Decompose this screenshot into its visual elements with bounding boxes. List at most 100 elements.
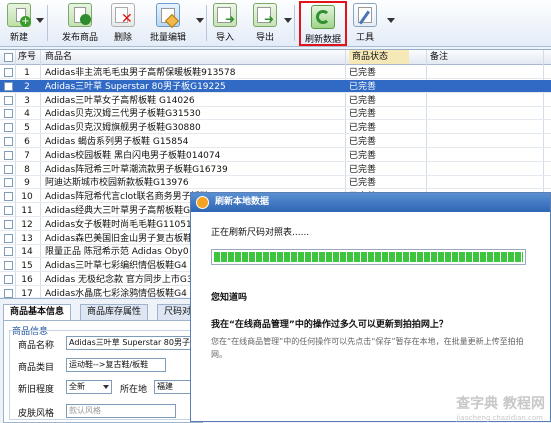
row-index: 6 [24, 137, 30, 147]
refresh-status-text: 正在刷新尺码对照表...... [211, 228, 310, 238]
refresh-progress-bar [211, 249, 526, 265]
row-checkbox[interactable] [4, 192, 13, 202]
tip-question: 我在“在线商品管理”中的操作过多久可以更新到拍拍网上？ [211, 320, 448, 330]
row-checkbox[interactable] [4, 178, 13, 188]
watermark-text: 查字典 教程网 [456, 396, 545, 412]
row-index: 10 [21, 192, 33, 203]
category-label: 商品类目 [18, 363, 55, 373]
import-button[interactable]: ➜ 导入 [212, 3, 238, 45]
tools-button[interactable]: 工具 [352, 3, 378, 45]
tools-icon [353, 3, 377, 27]
table-row[interactable]: 5 Adidas贝克汉姆旗舰男子板鞋G30880 已完善 [0, 121, 551, 135]
row-index: 5 [24, 123, 30, 134]
row-status: 已完善 [349, 164, 377, 175]
refresh-local-data-dialog: 刷新本地数据 正在刷新尺码对照表...... 您知道吗 我在“在线商品管理”中的… [190, 192, 551, 422]
row-checkbox[interactable] [4, 219, 13, 229]
table-row[interactable]: 9 阿迪达斯城市校园新款板鞋G13976 已完善 [0, 176, 551, 190]
tip-heading: 您知道吗 [211, 293, 248, 303]
row-checkbox[interactable] [4, 123, 13, 133]
row-product-name: 阿迪达斯城市校园新款板鞋G13976 [45, 178, 189, 189]
row-index: 14 [21, 247, 33, 258]
category-field[interactable]: 运动鞋-->复古鞋/板鞋 [66, 358, 166, 372]
new-icon: + [7, 3, 31, 27]
row-index: 3 [24, 95, 30, 106]
row-product-name: Adidas三叶草女子高帮板鞋 G14026 [45, 95, 195, 106]
tip-answer: 您在“在线商品管理”中的任何操作可以先点击“保存”暂存在本地，在批量更新上传至拍… [211, 337, 524, 359]
refresh-data-button[interactable]: 刷新数据 [299, 1, 347, 46]
row-index: 9 [24, 178, 30, 189]
table-row[interactable]: 3 Adidas三叶草女子高帮板鞋 G14026 已完善 [0, 94, 551, 107]
row-checkbox[interactable] [4, 275, 13, 284]
row-product-name: Adidas贝克汉姆旗舰男子板鞋G30880 [45, 123, 201, 134]
row-index: 15 [21, 261, 33, 272]
refresh-app-icon [196, 196, 209, 209]
row-checkbox[interactable] [4, 247, 13, 257]
refresh-icon [311, 5, 335, 29]
table-row[interactable]: 7 Adidas校园板鞋 黑白闪电男子板鞋014074 已完善 [0, 149, 551, 162]
row-checkbox[interactable] [4, 137, 13, 146]
watermark-url: jiaocheng.chazidian.com [456, 414, 543, 422]
table-row[interactable]: 2 Adidas三叶草 Superstar 80男子板G19225 已完善 [0, 79, 551, 93]
row-checkbox[interactable] [4, 164, 13, 174]
tab-basic-info[interactable]: 商品基本信息 [3, 304, 72, 320]
row-status: 已完善 [349, 109, 377, 120]
row-index: 1 [24, 68, 30, 78]
publish-icon [68, 3, 92, 27]
delete-button[interactable]: ✕ 删除 [110, 3, 136, 45]
publish-button[interactable]: 发布商品 [58, 3, 102, 45]
tools-dropdown-arrow-icon[interactable] [387, 18, 395, 23]
row-index: 7 [24, 150, 30, 161]
column-header-index[interactable]: 序号 [18, 50, 40, 64]
new-button[interactable]: + 新建 [6, 3, 32, 45]
column-header-status[interactable]: 商品状态 [349, 50, 409, 64]
style-label: 皮肤风格 [18, 409, 55, 419]
row-index: 8 [24, 164, 30, 175]
table-row[interactable]: 1 Adidas非主流毛毛虫男子高帮保暖板鞋913578 已完善 [0, 66, 551, 79]
dialog-title: 刷新本地数据 [215, 197, 270, 207]
export-icon: ➜ [253, 3, 277, 27]
product-name-field[interactable]: Adidas三叶草 Superstar 80男子板 [66, 336, 198, 350]
row-status: 已完善 [349, 68, 377, 78]
table-row[interactable]: 4 Adidas贝克汉姆三代男子板鞋G31530 已完善 [0, 107, 551, 121]
row-checkbox[interactable] [4, 206, 13, 215]
row-index: 11 [21, 206, 33, 216]
location-label: 所在地 [120, 385, 148, 395]
condition-label: 新旧程度 [18, 385, 55, 395]
batch-edit-dropdown-arrow-icon[interactable] [196, 18, 204, 23]
condition-select[interactable]: 全新 [66, 380, 112, 394]
row-checkbox[interactable] [4, 81, 13, 91]
new-dropdown-arrow-icon[interactable] [36, 18, 44, 23]
row-checkbox[interactable] [4, 150, 13, 160]
row-index: 16 [21, 275, 33, 285]
row-product-name: Adidas 蝎齿系列男子板鞋 G15854 [45, 137, 189, 147]
batch-edit-button[interactable]: 批量编辑 [146, 3, 190, 45]
column-header-name[interactable]: 商品名 [45, 50, 245, 64]
dialog-title-bar[interactable]: 刷新本地数据 [191, 193, 550, 212]
row-product-name: Adidas非主流毛毛虫男子高帮保暖板鞋913578 [45, 68, 236, 78]
select-all-checkbox[interactable] [4, 53, 13, 62]
row-checkbox[interactable] [4, 68, 13, 77]
row-checkbox[interactable] [4, 95, 13, 105]
export-button[interactable]: ➜ 导出 [252, 3, 278, 45]
row-product-name: Adidas三叶草 Superstar 80男子板G19225 [45, 81, 226, 92]
row-checkbox[interactable] [4, 261, 13, 271]
table-row[interactable]: 6 Adidas 蝎齿系列男子板鞋 G15854 已完善 [0, 135, 551, 148]
row-status: 已完善 [349, 81, 377, 92]
row-checkbox[interactable] [4, 233, 13, 243]
style-field[interactable]: 款认风格 [66, 404, 176, 418]
export-dropdown-arrow-icon[interactable] [284, 18, 292, 23]
row-status: 已完善 [349, 137, 377, 147]
row-index: 4 [24, 109, 30, 120]
row-product-name: Adidas校园板鞋 黑白闪电男子板鞋014074 [45, 150, 221, 161]
row-checkbox[interactable] [4, 109, 13, 119]
import-icon: ➜ [213, 3, 237, 27]
grid-header: 序号 商品名 商品状态 备注 [0, 50, 551, 65]
row-status: 已完善 [349, 123, 377, 134]
row-status: 已完善 [349, 150, 377, 161]
row-status: 已完善 [349, 178, 377, 189]
condition-value: 全新 [69, 382, 85, 391]
table-row[interactable]: 8 Adidas阵冠希三叶草潮流款男子板鞋G16739 已完善 [0, 163, 551, 176]
row-checkbox[interactable] [4, 288, 13, 298]
column-header-remark[interactable]: 备注 [430, 50, 490, 64]
tab-stock-attributes[interactable]: 商品库存属性 [80, 304, 149, 320]
